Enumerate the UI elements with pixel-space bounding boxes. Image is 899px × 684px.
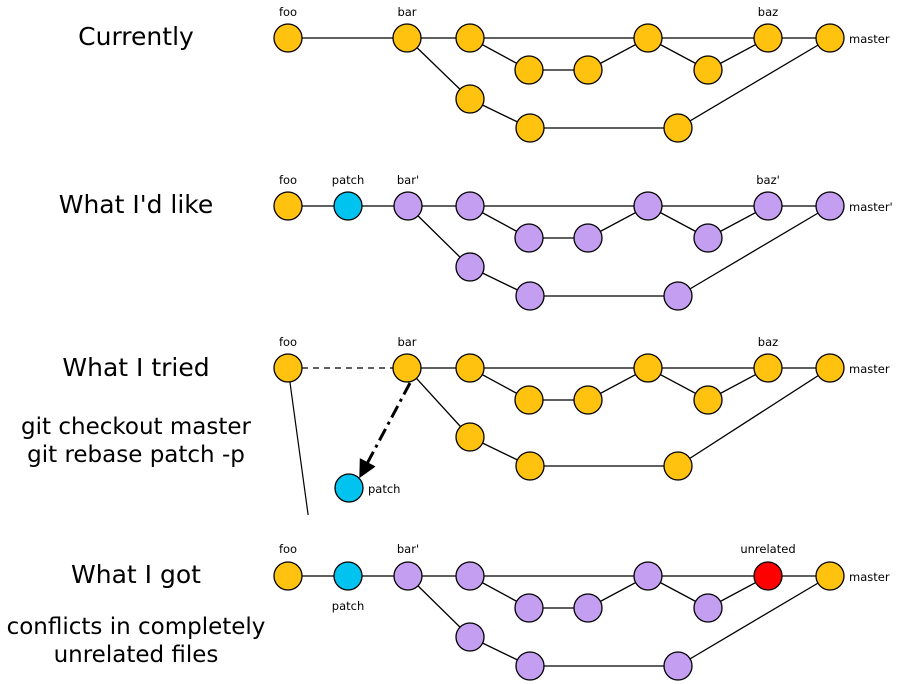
graph-what-id-like: foo patch bar' baz' master' (273, 173, 893, 311)
node-e3[interactable] (663, 451, 693, 481)
node-d1[interactable] (514, 223, 544, 253)
node-foo[interactable] (273, 353, 303, 383)
label-foo: foo (279, 335, 297, 349)
label-bar: bar (397, 335, 416, 349)
label-bar: bar' (397, 542, 419, 556)
graph-currently: foo bar baz master (273, 5, 890, 143)
node-c1[interactable] (455, 23, 485, 53)
label-foo: foo (279, 173, 297, 187)
node-e3[interactable] (663, 651, 693, 681)
node-baz[interactable] (753, 353, 783, 383)
label-foo: foo (279, 5, 297, 19)
label-baz: baz (758, 5, 778, 19)
row-what-i-tried: What I tried git checkout master git reb… (0, 325, 899, 515)
node-d3[interactable] (693, 223, 723, 253)
node-foo[interactable] (273, 191, 303, 221)
node-d2[interactable] (573, 593, 603, 623)
node-d3[interactable] (693, 593, 723, 623)
edges-what-i-got (288, 575, 831, 667)
node-baz[interactable] (753, 23, 783, 53)
node-c1[interactable] (455, 191, 485, 221)
node-d1[interactable] (514, 385, 544, 415)
node-master[interactable] (815, 191, 845, 221)
edges-currently (288, 37, 831, 129)
node-d2[interactable] (573, 55, 603, 85)
node-c1[interactable] (455, 561, 485, 591)
node-e1[interactable] (455, 622, 485, 652)
node-d3[interactable] (693, 385, 723, 415)
node-bar[interactable] (393, 191, 423, 221)
nodes-what-id-like (273, 191, 845, 311)
edge-e3-master (677, 37, 831, 129)
node-unrelated[interactable] (753, 561, 783, 591)
node-foo[interactable] (273, 561, 303, 591)
node-e3[interactable] (663, 113, 693, 143)
label-bar: bar (397, 5, 416, 19)
row-what-id-like: What I'd like foo patch bar' baz' master… (0, 160, 899, 325)
label-baz: baz' (756, 173, 780, 187)
nodes-currently (273, 23, 845, 143)
node-e2[interactable] (515, 651, 545, 681)
node-e2[interactable] (515, 113, 545, 143)
labels-what-i-tried: foo bar baz master patch (279, 335, 890, 496)
node-e2[interactable] (515, 451, 545, 481)
label-patch: patch (332, 173, 364, 187)
node-baz[interactable] (753, 191, 783, 221)
node-bar[interactable] (393, 561, 423, 591)
edge-e3-master (677, 575, 831, 667)
node-merge[interactable] (633, 561, 663, 591)
row-currently: Currently foo bar baz master (0, 0, 899, 160)
labels-what-id-like: foo patch bar' baz' master' (279, 173, 893, 214)
label-master: master (849, 32, 890, 46)
label-bar: bar' (397, 173, 419, 187)
node-foo[interactable] (273, 23, 303, 53)
label-unrelated: unrelated (740, 542, 795, 556)
node-d2[interactable] (573, 385, 603, 415)
node-master[interactable] (815, 23, 845, 53)
node-d2[interactable] (573, 223, 603, 253)
graph-what-i-tried: foo bar baz master patch (273, 335, 890, 515)
node-d3[interactable] (693, 55, 723, 85)
node-bar[interactable] (392, 23, 422, 53)
node-e1[interactable] (455, 84, 485, 114)
node-patch[interactable] (333, 191, 363, 221)
edges-what-id-like (288, 205, 831, 297)
nodes-what-i-got (273, 561, 845, 681)
label-master: master (849, 570, 890, 584)
edge-e3-master (677, 205, 831, 297)
edge-bar-patch-rebase-arrow (359, 382, 412, 479)
node-c1[interactable] (455, 353, 485, 383)
node-patch[interactable] (333, 561, 363, 591)
node-e1[interactable] (455, 252, 485, 282)
label-master: master' (849, 200, 893, 214)
node-e3[interactable] (663, 281, 693, 311)
nodes-what-i-tried (273, 353, 845, 503)
node-master[interactable] (815, 353, 845, 383)
node-bar[interactable] (392, 353, 422, 383)
node-merge[interactable] (633, 23, 663, 53)
edge-e3-master (677, 367, 831, 467)
node-merge[interactable] (633, 353, 663, 383)
label-baz: baz (758, 335, 778, 349)
node-d1[interactable] (514, 593, 544, 623)
label-foo: foo (279, 542, 297, 556)
labels-currently: foo bar baz master (279, 5, 890, 46)
label-patch: patch (332, 599, 364, 613)
node-e1[interactable] (455, 422, 485, 452)
node-patch[interactable] (334, 473, 364, 503)
node-d1[interactable] (514, 55, 544, 85)
label-master: master (849, 362, 890, 376)
node-master[interactable] (815, 561, 845, 591)
row-what-i-got: What I got conflicts in completely unrel… (0, 515, 899, 684)
node-merge[interactable] (633, 191, 663, 221)
graph-what-i-got: foo patch bar' unrelated master (273, 542, 890, 681)
node-e2[interactable] (515, 281, 545, 311)
label-patch: patch (368, 482, 400, 496)
